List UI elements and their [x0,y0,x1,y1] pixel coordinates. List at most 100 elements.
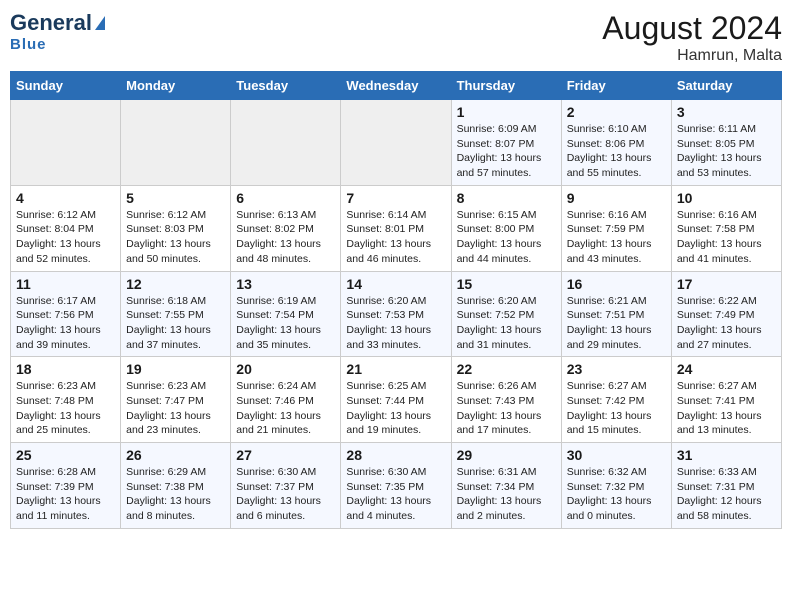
daylight-label: Daylight: 13 hours and 33 minutes. [346,324,431,351]
logo-triangle-icon [95,16,105,30]
sunrise-label: Sunrise: 6:12 AM [16,209,96,221]
weekday-header-sunday: Sunday [11,72,121,100]
day-info: Sunrise: 6:19 AM Sunset: 7:54 PM Daylight:… [236,294,335,353]
calendar-cell: 9 Sunrise: 6:16 AMSunset: 7:59 PMDaylight… [561,185,671,271]
day-info: Sunrise: 6:12 AMSunset: 8:03 PMDaylight:… [126,208,225,267]
sunrise-label: Sunrise: 6:16 AM [677,209,757,221]
daylight-label: Daylight: 13 hours and 39 minutes. [16,324,101,351]
daylight-label: Daylight: 13 hours and 43 minutes. [567,238,652,265]
sunset-label: Sunset: 7:54 PM [236,309,314,321]
day-number: 4 [16,190,115,206]
calendar-cell: 18Sunrise: 6:23 AMSunset: 7:48 PMDayligh… [11,357,121,443]
daylight-label: Daylight: 13 hours and 57 minutes. [457,152,542,179]
sunrise-label: Sunrise: 6:30 AM [236,466,316,478]
day-number: 16 [567,276,666,292]
day-number: 23 [567,361,666,377]
day-number: 30 [567,447,666,463]
day-info: Sunrise: 6:29 AMSunset: 7:38 PMDaylight:… [126,465,225,524]
day-number: 26 [126,447,225,463]
day-info: Sunrise: 6:27 AMSunset: 7:42 PMDaylight:… [567,379,666,438]
day-info: Sunrise: 6:12 AMSunset: 8:04 PMDaylight:… [16,208,115,267]
calendar-cell: 22Sunrise: 6:26 AMSunset: 7:43 PMDayligh… [451,357,561,443]
sunset-label: Sunset: 7:58 PM [677,223,755,235]
daylight-label: Daylight: 13 hours and 35 minutes. [236,324,321,351]
calendar-cell: 5Sunrise: 6:12 AMSunset: 8:03 PMDaylight… [121,185,231,271]
sunrise-label: Sunrise: 6:16 AM [567,209,647,221]
daylight-label: Daylight: 13 hours and 11 minutes. [16,495,101,522]
sunset-label: Sunset: 7:44 PM [346,395,424,407]
day-info: Sunrise: 6:20 AMSunset: 7:52 PMDaylight:… [457,294,556,353]
calendar-cell: 16Sunrise: 6:21 AMSunset: 7:51 PMDayligh… [561,271,671,357]
day-info: Sunrise: 6:20 AMSunset: 7:53 PMDaylight:… [346,294,445,353]
day-info: Sunrise: 6:10 AMSunset: 8:06 PMDaylight:… [567,122,666,181]
calendar-cell: 12Sunrise: 6:18 AMSunset: 7:55 PMDayligh… [121,271,231,357]
sunset-label: Sunset: 7:51 PM [567,309,645,321]
day-info: Sunrise: 6:23 AMSunset: 7:48 PMDaylight:… [16,379,115,438]
daylight-label: Daylight: 13 hours and 48 minutes. [236,238,321,265]
logo-blue: Blue [10,36,47,53]
sunset-label: Sunset: 7:48 PM [16,395,94,407]
day-number: 24 [677,361,776,377]
sunset-label: Sunset: 8:04 PM [16,223,94,235]
calendar-cell: 27Sunrise: 6:30 AMSunset: 7:37 PMDayligh… [231,443,341,529]
calendar-cell: 30 Sunrise: 6:32 AMSunset: 7:32 PMDayligh… [561,443,671,529]
sunset-label: Sunset: 7:38 PM [126,481,204,493]
day-info: Sunrise: 6:16 AMSunset: 7:59 PMDaylight:… [567,208,666,267]
weekday-header-monday: Monday [121,72,231,100]
sunrise-label: Sunrise: 6:11 AM [677,123,756,135]
day-info: Sunrise: 6:23 AMSunset: 7:47 PMDaylight:… [126,379,225,438]
day-info: Sunrise: 6:25 AM Sunset: 7:44 PM Daylight:… [346,379,445,438]
day-info: Sunrise: 6:32 AMSunset: 7:32 PMDaylight:… [567,465,666,524]
sunrise-label: Sunrise: 6:15 AM [457,209,537,221]
daylight-label: Daylight: 13 hours and 27 minutes. [677,324,762,351]
calendar-cell: 17Sunrise: 6:22 AMSunset: 7:49 PMDayligh… [671,271,781,357]
calendar-cell [11,100,121,186]
sunrise-label: Sunrise: 6:22 AM [677,295,757,307]
daylight-label: Daylight: 13 hours and 31 minutes. [457,324,542,351]
day-number: 9 [567,190,666,206]
title-section: August 2024 Hamrun, Malta [602,10,782,65]
calendar-cell: 26 Sunrise: 6:29 AMSunset: 7:38 PMDayligh… [121,443,231,529]
day-number: 6 [236,190,335,206]
sunrise-label: Sunrise: 6:20 AM [457,295,537,307]
sunset-label: Sunset: 7:49 PM [677,309,755,321]
calendar-cell: 4Sunrise: 6:12 AMSunset: 8:04 PMDaylight… [11,185,121,271]
sunset-label: Sunset: 7:47 PM [126,395,204,407]
day-number: 15 [457,276,556,292]
daylight-label: Daylight: 13 hours and 4 minutes. [346,495,431,522]
sunset-label: Sunset: 8:06 PM [567,138,645,150]
sunrise-label: Sunrise: 6:19 AM [236,295,316,307]
sunset-label: Sunset: 8:00 PM [457,223,535,235]
sunrise-label: Sunrise: 6:13 AM [236,209,316,221]
day-number: 13 [236,276,335,292]
calendar-cell [231,100,341,186]
calendar-cell: 10Sunrise: 6:16 AMSunset: 7:58 PMDayligh… [671,185,781,271]
day-number: 2 [567,104,666,120]
sunrise-label: Sunrise: 6:21 AM [567,295,647,307]
calendar-cell: 2 Sunrise: 6:10 AMSunset: 8:06 PMDaylight… [561,100,671,186]
daylight-label: Daylight: 13 hours and 19 minutes. [346,410,431,437]
day-number: 20 [236,361,335,377]
sunrise-label: Sunrise: 6:23 AM [126,380,206,392]
sunset-label: Sunset: 7:34 PM [457,481,535,493]
calendar-cell: 3Sunrise: 6:11 AMSunset: 8:05 PMDaylight… [671,100,781,186]
calendar-cell: 29Sunrise: 6:31 AMSunset: 7:34 PMDayligh… [451,443,561,529]
calendar-cell: 19Sunrise: 6:23 AMSunset: 7:47 PMDayligh… [121,357,231,443]
day-number: 14 [346,276,445,292]
day-info: Sunrise: 6:15 AMSunset: 8:00 PMDaylight:… [457,208,556,267]
sunset-label: Sunset: 7:35 PM [346,481,424,493]
sunset-label: Sunset: 8:02 PM [236,223,314,235]
sunset-label: Sunset: 8:01 PM [346,223,424,235]
sunrise-label: Sunrise: 6:25 AM [346,380,426,392]
sunrise-label: Sunrise: 6:32 AM [567,466,647,478]
day-info: Sunrise: 6:28 AMSunset: 7:39 PMDaylight:… [16,465,115,524]
calendar-cell: 14 Sunrise: 6:20 AMSunset: 7:53 PMDayligh… [341,271,451,357]
sunrise-label: Sunrise: 6:09 AM [457,123,537,135]
sunrise-label: Sunrise: 6:33 AM [677,466,757,478]
location: Hamrun, Malta [602,47,782,65]
day-number: 19 [126,361,225,377]
day-number: 28 [346,447,445,463]
day-info: Sunrise: 6:24 AMSunset: 7:46 PMDaylight:… [236,379,335,438]
day-number: 22 [457,361,556,377]
daylight-label: Daylight: 13 hours and 15 minutes. [567,410,652,437]
